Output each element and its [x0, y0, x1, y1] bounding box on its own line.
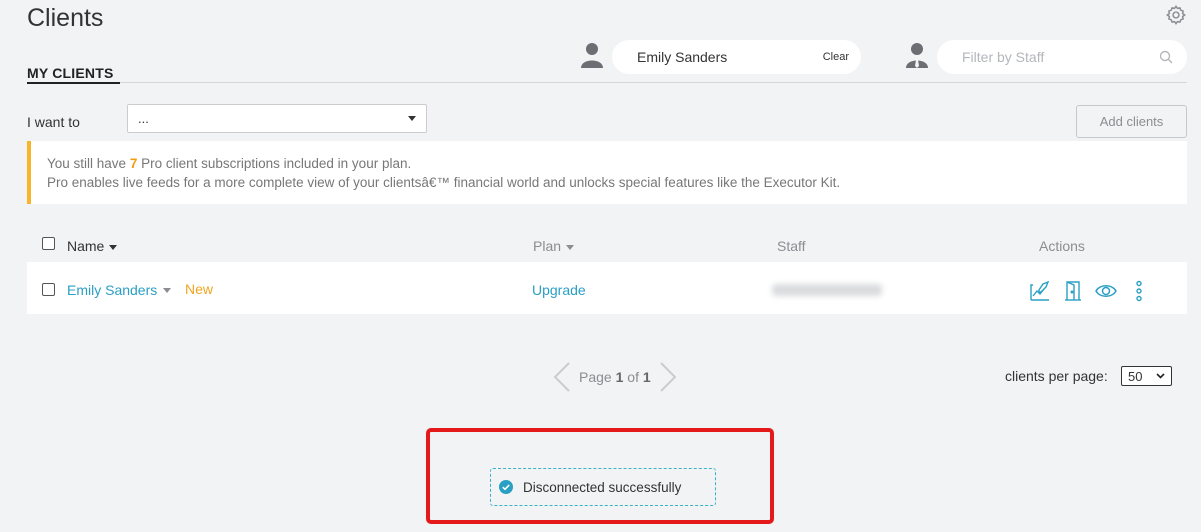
client-filter[interactable]: Emily Sanders Clear — [612, 40, 861, 74]
client-filter-value: Emily Sanders — [637, 49, 728, 65]
eye-icon[interactable] — [1095, 280, 1117, 302]
toast-message: Disconnected successfully — [523, 479, 682, 495]
upgrade-link[interactable]: Upgrade — [532, 282, 586, 298]
tab-my-clients[interactable]: MY CLIENTS — [27, 65, 114, 81]
per-page-value: 50 — [1128, 368, 1143, 384]
select-all-checkbox[interactable] — [42, 237, 55, 250]
search-icon[interactable] — [1159, 50, 1173, 64]
door-icon[interactable] — [1062, 280, 1084, 302]
chevron-right-icon[interactable] — [659, 362, 677, 392]
staff-name-blurred — [772, 284, 882, 296]
action-select[interactable]: ... — [127, 104, 427, 133]
staff-filter-input[interactable] — [962, 49, 1142, 65]
page-title: Clients — [27, 4, 104, 32]
user-icon — [581, 43, 603, 68]
column-header-staff: Staff — [777, 238, 806, 254]
tab-active-indicator — [27, 82, 120, 84]
success-toast: Disconnected successfully — [490, 468, 716, 506]
clear-button[interactable]: Clear — [823, 51, 849, 63]
tab-divider — [27, 82, 1187, 83]
gear-icon[interactable] — [1165, 4, 1187, 26]
column-header-actions: Actions — [1039, 238, 1085, 254]
column-header-plan[interactable]: Plan — [533, 238, 575, 254]
staff-icon — [906, 43, 928, 68]
pagination: Page 1 of 1 — [553, 362, 677, 392]
column-header-name[interactable]: Name — [67, 238, 118, 254]
chevron-left-icon[interactable] — [553, 362, 571, 392]
per-page-select[interactable]: 50 — [1121, 366, 1172, 386]
more-options-icon[interactable] — [1128, 280, 1150, 302]
notice-line-1: You still have 7 Pro client subscription… — [47, 156, 412, 171]
row-checkbox[interactable] — [42, 283, 55, 296]
sort-caret-icon — [109, 244, 118, 250]
page-indicator: Page 1 of 1 — [579, 369, 651, 385]
subscription-notice: You still have 7 Pro client subscription… — [27, 141, 1187, 204]
add-clients-button[interactable]: Add clients — [1076, 105, 1187, 138]
sort-caret-icon — [566, 244, 575, 250]
client-menu-caret-icon[interactable] — [163, 287, 172, 293]
edit-report-icon[interactable] — [1029, 280, 1051, 302]
new-badge: New — [185, 281, 214, 297]
staff-filter[interactable] — [937, 40, 1187, 74]
action-label: I want to — [27, 114, 80, 130]
notice-line-2: Pro enables live feeds for a more comple… — [47, 175, 841, 190]
action-select-value: ... — [138, 111, 149, 126]
client-name-link[interactable]: Emily Sanders — [67, 282, 157, 298]
check-circle-icon — [499, 480, 513, 494]
chevron-down-icon — [1156, 373, 1165, 379]
per-page-label: clients per page: — [1005, 368, 1108, 384]
client-name-cell: Emily Sanders — [67, 282, 172, 298]
chevron-down-icon — [408, 116, 416, 121]
